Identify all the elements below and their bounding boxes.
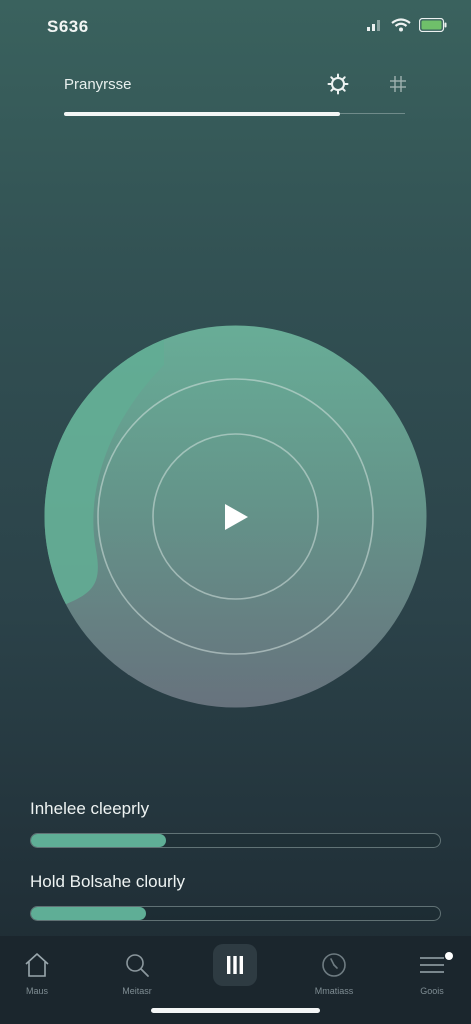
slider-inhale: Inhelee cleeprly	[30, 797, 441, 848]
grid-button[interactable]	[383, 70, 413, 98]
slider-hold: Hold Bolsahe clourly	[30, 870, 441, 921]
battery-icon	[419, 18, 447, 32]
progress-fill	[64, 112, 341, 116]
signal-icon	[367, 20, 380, 31]
nav-item-search[interactable]: Meitasr	[102, 950, 172, 1006]
nav-label: Mmatiass	[314, 986, 354, 996]
header: Pranyrsse	[64, 70, 406, 100]
grid-icon	[390, 76, 406, 92]
status-time: S636	[47, 17, 89, 36]
nav-item-timer[interactable]: Mmatiass	[299, 950, 369, 1006]
home-indicator[interactable]	[151, 1008, 320, 1013]
settings-button[interactable]	[323, 70, 353, 98]
page-title: Pranyrsse	[64, 76, 132, 93]
session-progress-bar	[64, 112, 405, 116]
slider-label: Hold Bolsahe clourly	[30, 872, 185, 891]
wifi-icon	[391, 18, 411, 32]
status-bar: S636	[0, 0, 471, 56]
menu-icon	[420, 957, 444, 973]
breathing-dial[interactable]	[44, 325, 427, 708]
nav-label: Meitasr	[122, 986, 152, 996]
nav-item-menu[interactable]: Goois	[397, 950, 467, 1006]
slider-fill[interactable]	[31, 834, 166, 847]
pause-button[interactable]	[213, 944, 257, 986]
dial-graphic	[44, 325, 427, 708]
slider-track[interactable]	[30, 906, 441, 921]
nav-label: Maus	[25, 986, 48, 996]
nav-item-home[interactable]: Maus	[2, 950, 72, 1006]
slider-fill[interactable]	[31, 907, 146, 920]
pause-icon	[227, 956, 243, 974]
status-icons	[367, 18, 447, 32]
search-icon	[126, 954, 149, 977]
notification-badge	[445, 952, 453, 960]
timer-icon	[322, 953, 346, 977]
settings-icon	[327, 73, 349, 95]
nav-label: Goois	[420, 986, 444, 996]
home-icon	[25, 953, 49, 977]
slider-label: Inhelee cleeprly	[30, 799, 150, 818]
slider-track[interactable]	[30, 833, 441, 848]
